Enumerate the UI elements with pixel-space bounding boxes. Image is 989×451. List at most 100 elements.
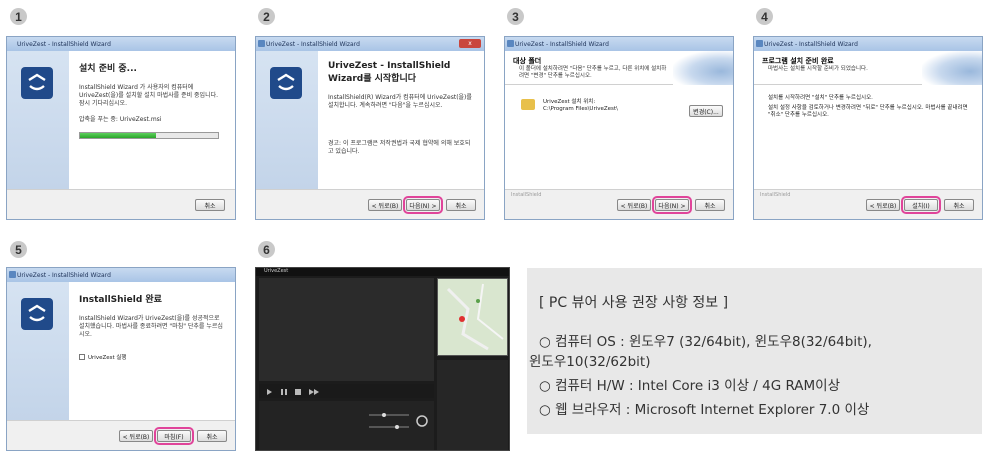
back-button[interactable]: < 뒤로(B) [119, 430, 153, 442]
next-button[interactable]: 다음(N) > [403, 196, 443, 214]
install-location-label: UriveZest 설치 위치: [543, 99, 596, 105]
folder-icon [521, 99, 535, 110]
sensor-graph-panel [259, 401, 434, 450]
launch-checkbox-label: UriveZest 실행 [88, 355, 127, 361]
header-swoosh-graphic [673, 51, 733, 85]
wizard-heading: UriveZest - InstallShield Wizard를 시작합니다 [328, 61, 451, 84]
installshield-logo-icon [21, 67, 53, 99]
launch-checkbox-row[interactable]: UriveZest 실행 [79, 353, 225, 361]
app-icon [507, 40, 514, 47]
extract-status: 압축을 푸는 중: UriveZest.msi [79, 116, 162, 123]
installer-window-preparing: UriveZest - InstallShield Wizard 설치 준비 중… [6, 36, 236, 220]
window-title: UriveZest - InstallShield Wizard [17, 271, 111, 279]
window-client: 프로그램 설치 준비 완료 마법사는 설치를 시작할 준비가 되었습니다. 설치… [754, 51, 982, 219]
event-list-panel[interactable] [437, 360, 508, 450]
window-titlebar: UriveZest - InstallShield Wizard [7, 37, 235, 51]
wizard-subtitle: 이 폴더에 설치하려면 "다음" 단추를 누르고, 다른 위치에 설치하려면 "… [519, 66, 667, 79]
step-number-4: 4 [756, 8, 773, 25]
installer-window-destination: UriveZest - InstallShield Wizard 대상 폴더 이… [504, 36, 734, 220]
requirement-browser: ○ 웹 브라우저 : Microsoft Internet Explorer 7… [539, 402, 870, 418]
progress-fill [80, 133, 156, 138]
cancel-button[interactable]: 취소 [944, 199, 974, 211]
back-button[interactable]: < 뒤로(B) [368, 199, 402, 211]
step-number-6: 6 [258, 241, 275, 258]
wizard-header-band: 대상 폴더 이 폴더에 설치하려면 "다음" 단추를 누르고, 다른 위치에 설… [505, 51, 733, 85]
install-button[interactable]: 설치(I) [901, 196, 941, 214]
app-icon [9, 271, 16, 278]
video-panel [259, 278, 434, 381]
window-titlebar: UriveZest - InstallShield Wizard [505, 37, 733, 51]
cancel-button[interactable]: 취소 [197, 430, 227, 442]
wizard-footer: InstallShield < 뒤로(B) 다음(N) > 취소 [505, 189, 733, 219]
installshield-logo-icon [270, 67, 302, 99]
window-titlebar: UriveZest - InstallShield Wizard [7, 268, 235, 282]
wizard-heading: 대상 폴더 [513, 57, 542, 65]
window-client: InstallShield 완료 InstallShield Wizard가 U… [7, 282, 235, 450]
installer-window-complete: UriveZest - InstallShield Wizard Install… [6, 267, 236, 451]
wizard-description: InstallShield Wizard가 UriveZest(을)를 성공적으… [79, 315, 223, 338]
window-title: UriveZest - InstallShield Wizard [17, 40, 111, 48]
header-swoosh-graphic [922, 51, 982, 85]
window-client: 설치 준비 중... InstallShield Wizard 가 사용자의 컴… [7, 51, 235, 219]
installer-window-ready: UriveZest - InstallShield Wizard 프로그램 설치… [753, 36, 983, 220]
install-location-path: C:\Program Files\UriveZest\ [543, 106, 618, 112]
installshield-brand: InstallShield [511, 192, 542, 198]
requirement-os-line1: ○ 컴퓨터 OS : 윈도우7 (32/64bit), 윈도우8(32/64bi… [539, 334, 872, 350]
window-title: UriveZest - InstallShield Wizard [764, 40, 858, 48]
installation-guide: 1 2 3 4 5 6 UriveZest - InstallShield Wi… [0, 0, 989, 451]
wizard-heading: InstallShield 완료 [79, 295, 162, 305]
wizard-description: InstallShield(R) Wizard가 컴퓨터에 UriveZest(… [328, 94, 472, 109]
map-panel[interactable] [437, 278, 508, 356]
playback-control-icons [267, 389, 319, 395]
installer-window-welcome: UriveZest - InstallShield Wizard x Urive… [255, 36, 485, 220]
review-instruction: 설치 설정 사항을 검토하거나 변경하려면 "뒤로" 단추를 누르십시오. 마법… [768, 105, 968, 118]
finish-button[interactable]: 마침(F) [154, 427, 194, 445]
wizard-side-panel [7, 51, 69, 189]
step-number-3: 3 [507, 8, 524, 25]
wizard-footer: < 뒤로(B) 다음(N) > 취소 [256, 189, 484, 219]
window-titlebar: UriveZest - InstallShield Wizard x [256, 37, 484, 51]
requirements-title: [ PC 뷰어 사용 권장 사항 정보 ] [539, 295, 729, 311]
window-title: UriveZest - InstallShield Wizard [515, 40, 609, 48]
change-folder-button[interactable]: 변경(C)... [689, 105, 723, 117]
installshield-logo-icon [21, 298, 53, 330]
launch-checkbox[interactable] [79, 354, 85, 360]
copyright-warning: 경고: 이 프로그램은 저작권법과 국제 협약에 의해 보호되고 있습니다. [328, 140, 471, 155]
step-number-5: 5 [10, 241, 27, 258]
wizard-side-panel [256, 51, 318, 189]
cancel-button[interactable]: 취소 [195, 199, 225, 211]
viewer-app-window: UriveZest [255, 267, 510, 451]
viewer-titlebar: UriveZest [256, 268, 509, 276]
close-icon[interactable]: x [459, 39, 481, 48]
step-number-2: 2 [258, 8, 275, 25]
app-icon [756, 40, 763, 47]
back-button[interactable]: < 뒤로(B) [617, 199, 651, 211]
wizard-description: InstallShield Wizard 가 사용자의 컴퓨터에 UriveZe… [79, 84, 219, 107]
next-button[interactable]: 다음(N) > [652, 196, 692, 214]
installshield-brand: InstallShield [760, 192, 791, 198]
system-requirements-box: [ PC 뷰어 사용 권장 사항 정보 ] ○ 컴퓨터 OS : 윈도우7 (3… [527, 268, 982, 434]
wizard-footer: 취소 [7, 189, 235, 219]
cancel-button[interactable]: 취소 [695, 199, 725, 211]
wizard-footer: < 뒤로(B) 마침(F) 취소 [7, 420, 235, 450]
app-icon [258, 40, 265, 47]
install-progress-bar [79, 132, 219, 139]
map-route-graphic [446, 283, 504, 351]
window-titlebar: UriveZest - InstallShield Wizard [754, 37, 982, 51]
requirement-hardware: ○ 컴퓨터 H/W : Intel Core i3 이상 / 4G RAM이상 [539, 378, 841, 394]
playback-controls[interactable] [259, 384, 434, 398]
wizard-heading: 프로그램 설치 준비 완료 [762, 57, 834, 65]
wizard-heading: 설치 준비 중... [79, 64, 137, 74]
wizard-subtitle: 마법사는 설치를 시작할 준비가 되었습니다. [768, 66, 868, 72]
sensor-controls-graphic [369, 413, 428, 429]
cancel-button[interactable]: 취소 [446, 199, 476, 211]
wizard-header-band: 프로그램 설치 준비 완료 마법사는 설치를 시작할 준비가 되었습니다. [754, 51, 982, 85]
back-button[interactable]: < 뒤로(B) [866, 199, 900, 211]
install-instruction: 설치를 시작하려면 "설치" 단추를 누르십시오. [768, 95, 873, 101]
requirement-os-line2: 윈도우10(32/62bit) [529, 354, 651, 370]
window-client: UriveZest - InstallShield Wizard를 시작합니다 … [256, 51, 484, 219]
step-number-1: 1 [10, 8, 27, 25]
wizard-side-panel [7, 282, 69, 420]
wizard-footer: InstallShield < 뒤로(B) 설치(I) 취소 [754, 189, 982, 219]
window-title: UriveZest - InstallShield Wizard [266, 40, 360, 48]
